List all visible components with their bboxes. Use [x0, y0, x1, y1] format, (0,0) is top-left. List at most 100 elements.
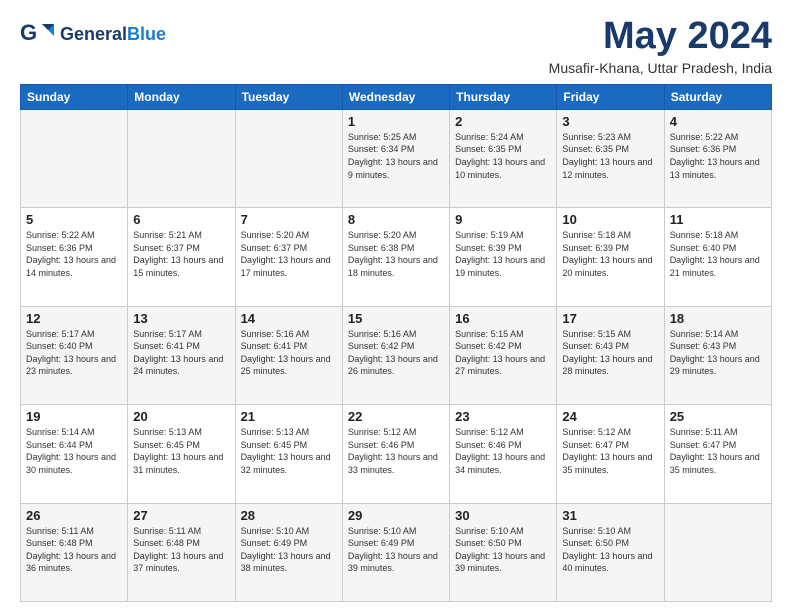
calendar-cell [664, 503, 771, 601]
col-monday: Monday [128, 84, 235, 109]
day-info: Sunrise: 5:18 AM Sunset: 6:40 PM Dayligh… [670, 229, 766, 279]
day-number: 28 [241, 508, 337, 523]
header: G GeneralBlue May 2024 Musafir-Khana, Ut… [20, 16, 772, 76]
day-number: 14 [241, 311, 337, 326]
calendar-cell: 30Sunrise: 5:10 AM Sunset: 6:50 PM Dayli… [450, 503, 557, 601]
col-tuesday: Tuesday [235, 84, 342, 109]
calendar-cell: 20 Sunrise: 5:13 AM Sunset: 6:45 PM Dayli… [128, 405, 235, 503]
week-row-2: 5 Sunrise: 5:22 AM Sunset: 6:36 PM Daylig… [21, 208, 772, 306]
day-number: 22 [348, 409, 444, 424]
calendar-cell: 7 Sunrise: 5:20 AM Sunset: 6:37 PM Daylig… [235, 208, 342, 306]
day-info: Sunrise: 5:11 AM Sunset: 6:47 PM Dayligh… [670, 426, 766, 476]
day-number: 20 [133, 409, 229, 424]
calendar-cell: 26 Sunrise: 5:11 AM Sunset: 6:48 PM Dayli… [21, 503, 128, 601]
calendar-cell: 8 Sunrise: 5:20 AM Sunset: 6:38 PM Daylig… [342, 208, 449, 306]
col-sunday: Sunday [21, 84, 128, 109]
day-number: 27 [133, 508, 229, 523]
calendar-cell: 14Sunrise: 5:16 AM Sunset: 6:41 PM Dayli… [235, 306, 342, 404]
day-info: Sunrise: 5:22 AM Sunset: 6:36 PM Dayligh… [26, 229, 122, 279]
day-number: 10 [562, 212, 658, 227]
day-info: Sunrise: 5:25 AM Sunset: 6:34 PM Dayligh… [348, 131, 444, 181]
calendar-cell: 27 Sunrise: 5:11 AM Sunset: 6:48 PM Dayli… [128, 503, 235, 601]
day-info: Sunrise: 5:14 AM Sunset: 6:44 PM Dayligh… [26, 426, 122, 476]
calendar-table: Sunday Monday Tuesday Wednesday Thursday… [20, 84, 772, 602]
calendar-cell: 11 Sunrise: 5:18 AM Sunset: 6:40 PM Dayli… [664, 208, 771, 306]
day-number: 2 [455, 114, 551, 129]
day-number: 8 [348, 212, 444, 227]
day-number: 24 [562, 409, 658, 424]
svg-text:G: G [20, 20, 37, 45]
day-info: Sunrise: 5:21 AM Sunset: 6:37 PM Dayligh… [133, 229, 229, 279]
page: G GeneralBlue May 2024 Musafir-Khana, Ut… [0, 0, 792, 612]
week-row-1: 1Sunrise: 5:25 AM Sunset: 6:34 PM Daylig… [21, 109, 772, 207]
day-number: 7 [241, 212, 337, 227]
day-info: Sunrise: 5:11 AM Sunset: 6:48 PM Dayligh… [26, 525, 122, 575]
logo: G GeneralBlue [20, 16, 166, 52]
day-info: Sunrise: 5:15 AM Sunset: 6:42 PM Dayligh… [455, 328, 551, 378]
calendar-cell: 1Sunrise: 5:25 AM Sunset: 6:34 PM Daylig… [342, 109, 449, 207]
day-number: 18 [670, 311, 766, 326]
day-number: 12 [26, 311, 122, 326]
calendar-cell: 6Sunrise: 5:21 AM Sunset: 6:37 PM Daylig… [128, 208, 235, 306]
day-number: 21 [241, 409, 337, 424]
calendar-cell: 2 Sunrise: 5:24 AM Sunset: 6:35 PM Daylig… [450, 109, 557, 207]
day-number: 29 [348, 508, 444, 523]
day-number: 30 [455, 508, 551, 523]
calendar-cell: 9 Sunrise: 5:19 AM Sunset: 6:39 PM Daylig… [450, 208, 557, 306]
day-info: Sunrise: 5:17 AM Sunset: 6:40 PM Dayligh… [26, 328, 122, 378]
day-info: Sunrise: 5:15 AM Sunset: 6:43 PM Dayligh… [562, 328, 658, 378]
calendar-cell: 12 Sunrise: 5:17 AM Sunset: 6:40 PM Dayli… [21, 306, 128, 404]
title-block: May 2024 Musafir-Khana, Uttar Pradesh, I… [549, 16, 772, 76]
calendar-cell: 29 Sunrise: 5:10 AM Sunset: 6:49 PM Dayli… [342, 503, 449, 601]
calendar-cell: 10 Sunrise: 5:18 AM Sunset: 6:39 PM Dayli… [557, 208, 664, 306]
calendar-cell: 23Sunrise: 5:12 AM Sunset: 6:46 PM Dayli… [450, 405, 557, 503]
day-number: 4 [670, 114, 766, 129]
day-info: Sunrise: 5:20 AM Sunset: 6:38 PM Dayligh… [348, 229, 444, 279]
calendar-cell [128, 109, 235, 207]
day-info: Sunrise: 5:14 AM Sunset: 6:43 PM Dayligh… [670, 328, 766, 378]
calendar-cell: 25 Sunrise: 5:11 AM Sunset: 6:47 PM Dayli… [664, 405, 771, 503]
calendar-cell: 22 Sunrise: 5:12 AM Sunset: 6:46 PM Dayli… [342, 405, 449, 503]
logo-icon: G [20, 16, 56, 52]
day-info: Sunrise: 5:13 AM Sunset: 6:45 PM Dayligh… [133, 426, 229, 476]
col-friday: Friday [557, 84, 664, 109]
day-info: Sunrise: 5:11 AM Sunset: 6:48 PM Dayligh… [133, 525, 229, 575]
day-number: 16 [455, 311, 551, 326]
week-row-5: 26 Sunrise: 5:11 AM Sunset: 6:48 PM Dayli… [21, 503, 772, 601]
calendar-cell: 13Sunrise: 5:17 AM Sunset: 6:41 PM Dayli… [128, 306, 235, 404]
day-number: 26 [26, 508, 122, 523]
calendar-cell: 28 Sunrise: 5:10 AM Sunset: 6:49 PM Dayli… [235, 503, 342, 601]
day-info: Sunrise: 5:16 AM Sunset: 6:42 PM Dayligh… [348, 328, 444, 378]
calendar-cell: 5 Sunrise: 5:22 AM Sunset: 6:36 PM Daylig… [21, 208, 128, 306]
day-number: 19 [26, 409, 122, 424]
day-info: Sunrise: 5:12 AM Sunset: 6:46 PM Dayligh… [348, 426, 444, 476]
calendar-cell: 3 Sunrise: 5:23 AM Sunset: 6:35 PM Daylig… [557, 109, 664, 207]
day-info: Sunrise: 5:18 AM Sunset: 6:39 PM Dayligh… [562, 229, 658, 279]
month-title: May 2024 [549, 16, 772, 58]
col-saturday: Saturday [664, 84, 771, 109]
day-number: 5 [26, 212, 122, 227]
day-info: Sunrise: 5:19 AM Sunset: 6:39 PM Dayligh… [455, 229, 551, 279]
calendar-cell: 21 Sunrise: 5:13 AM Sunset: 6:45 PM Dayli… [235, 405, 342, 503]
week-row-3: 12 Sunrise: 5:17 AM Sunset: 6:40 PM Dayli… [21, 306, 772, 404]
day-number: 11 [670, 212, 766, 227]
day-info: Sunrise: 5:13 AM Sunset: 6:45 PM Dayligh… [241, 426, 337, 476]
week-row-4: 19 Sunrise: 5:14 AM Sunset: 6:44 PM Dayli… [21, 405, 772, 503]
day-number: 9 [455, 212, 551, 227]
day-info: Sunrise: 5:10 AM Sunset: 6:49 PM Dayligh… [241, 525, 337, 575]
day-info: Sunrise: 5:23 AM Sunset: 6:35 PM Dayligh… [562, 131, 658, 181]
day-info: Sunrise: 5:20 AM Sunset: 6:37 PM Dayligh… [241, 229, 337, 279]
calendar-cell [21, 109, 128, 207]
logo-blue: Blue [127, 24, 166, 45]
day-info: Sunrise: 5:12 AM Sunset: 6:47 PM Dayligh… [562, 426, 658, 476]
calendar-cell: 31 Sunrise: 5:10 AM Sunset: 6:50 PM Dayli… [557, 503, 664, 601]
day-number: 31 [562, 508, 658, 523]
calendar-cell: 16 Sunrise: 5:15 AM Sunset: 6:42 PM Dayli… [450, 306, 557, 404]
day-number: 3 [562, 114, 658, 129]
day-info: Sunrise: 5:10 AM Sunset: 6:49 PM Dayligh… [348, 525, 444, 575]
day-number: 25 [670, 409, 766, 424]
calendar-cell [235, 109, 342, 207]
day-info: Sunrise: 5:24 AM Sunset: 6:35 PM Dayligh… [455, 131, 551, 181]
logo-general: General [60, 24, 127, 45]
day-info: Sunrise: 5:10 AM Sunset: 6:50 PM Dayligh… [562, 525, 658, 575]
